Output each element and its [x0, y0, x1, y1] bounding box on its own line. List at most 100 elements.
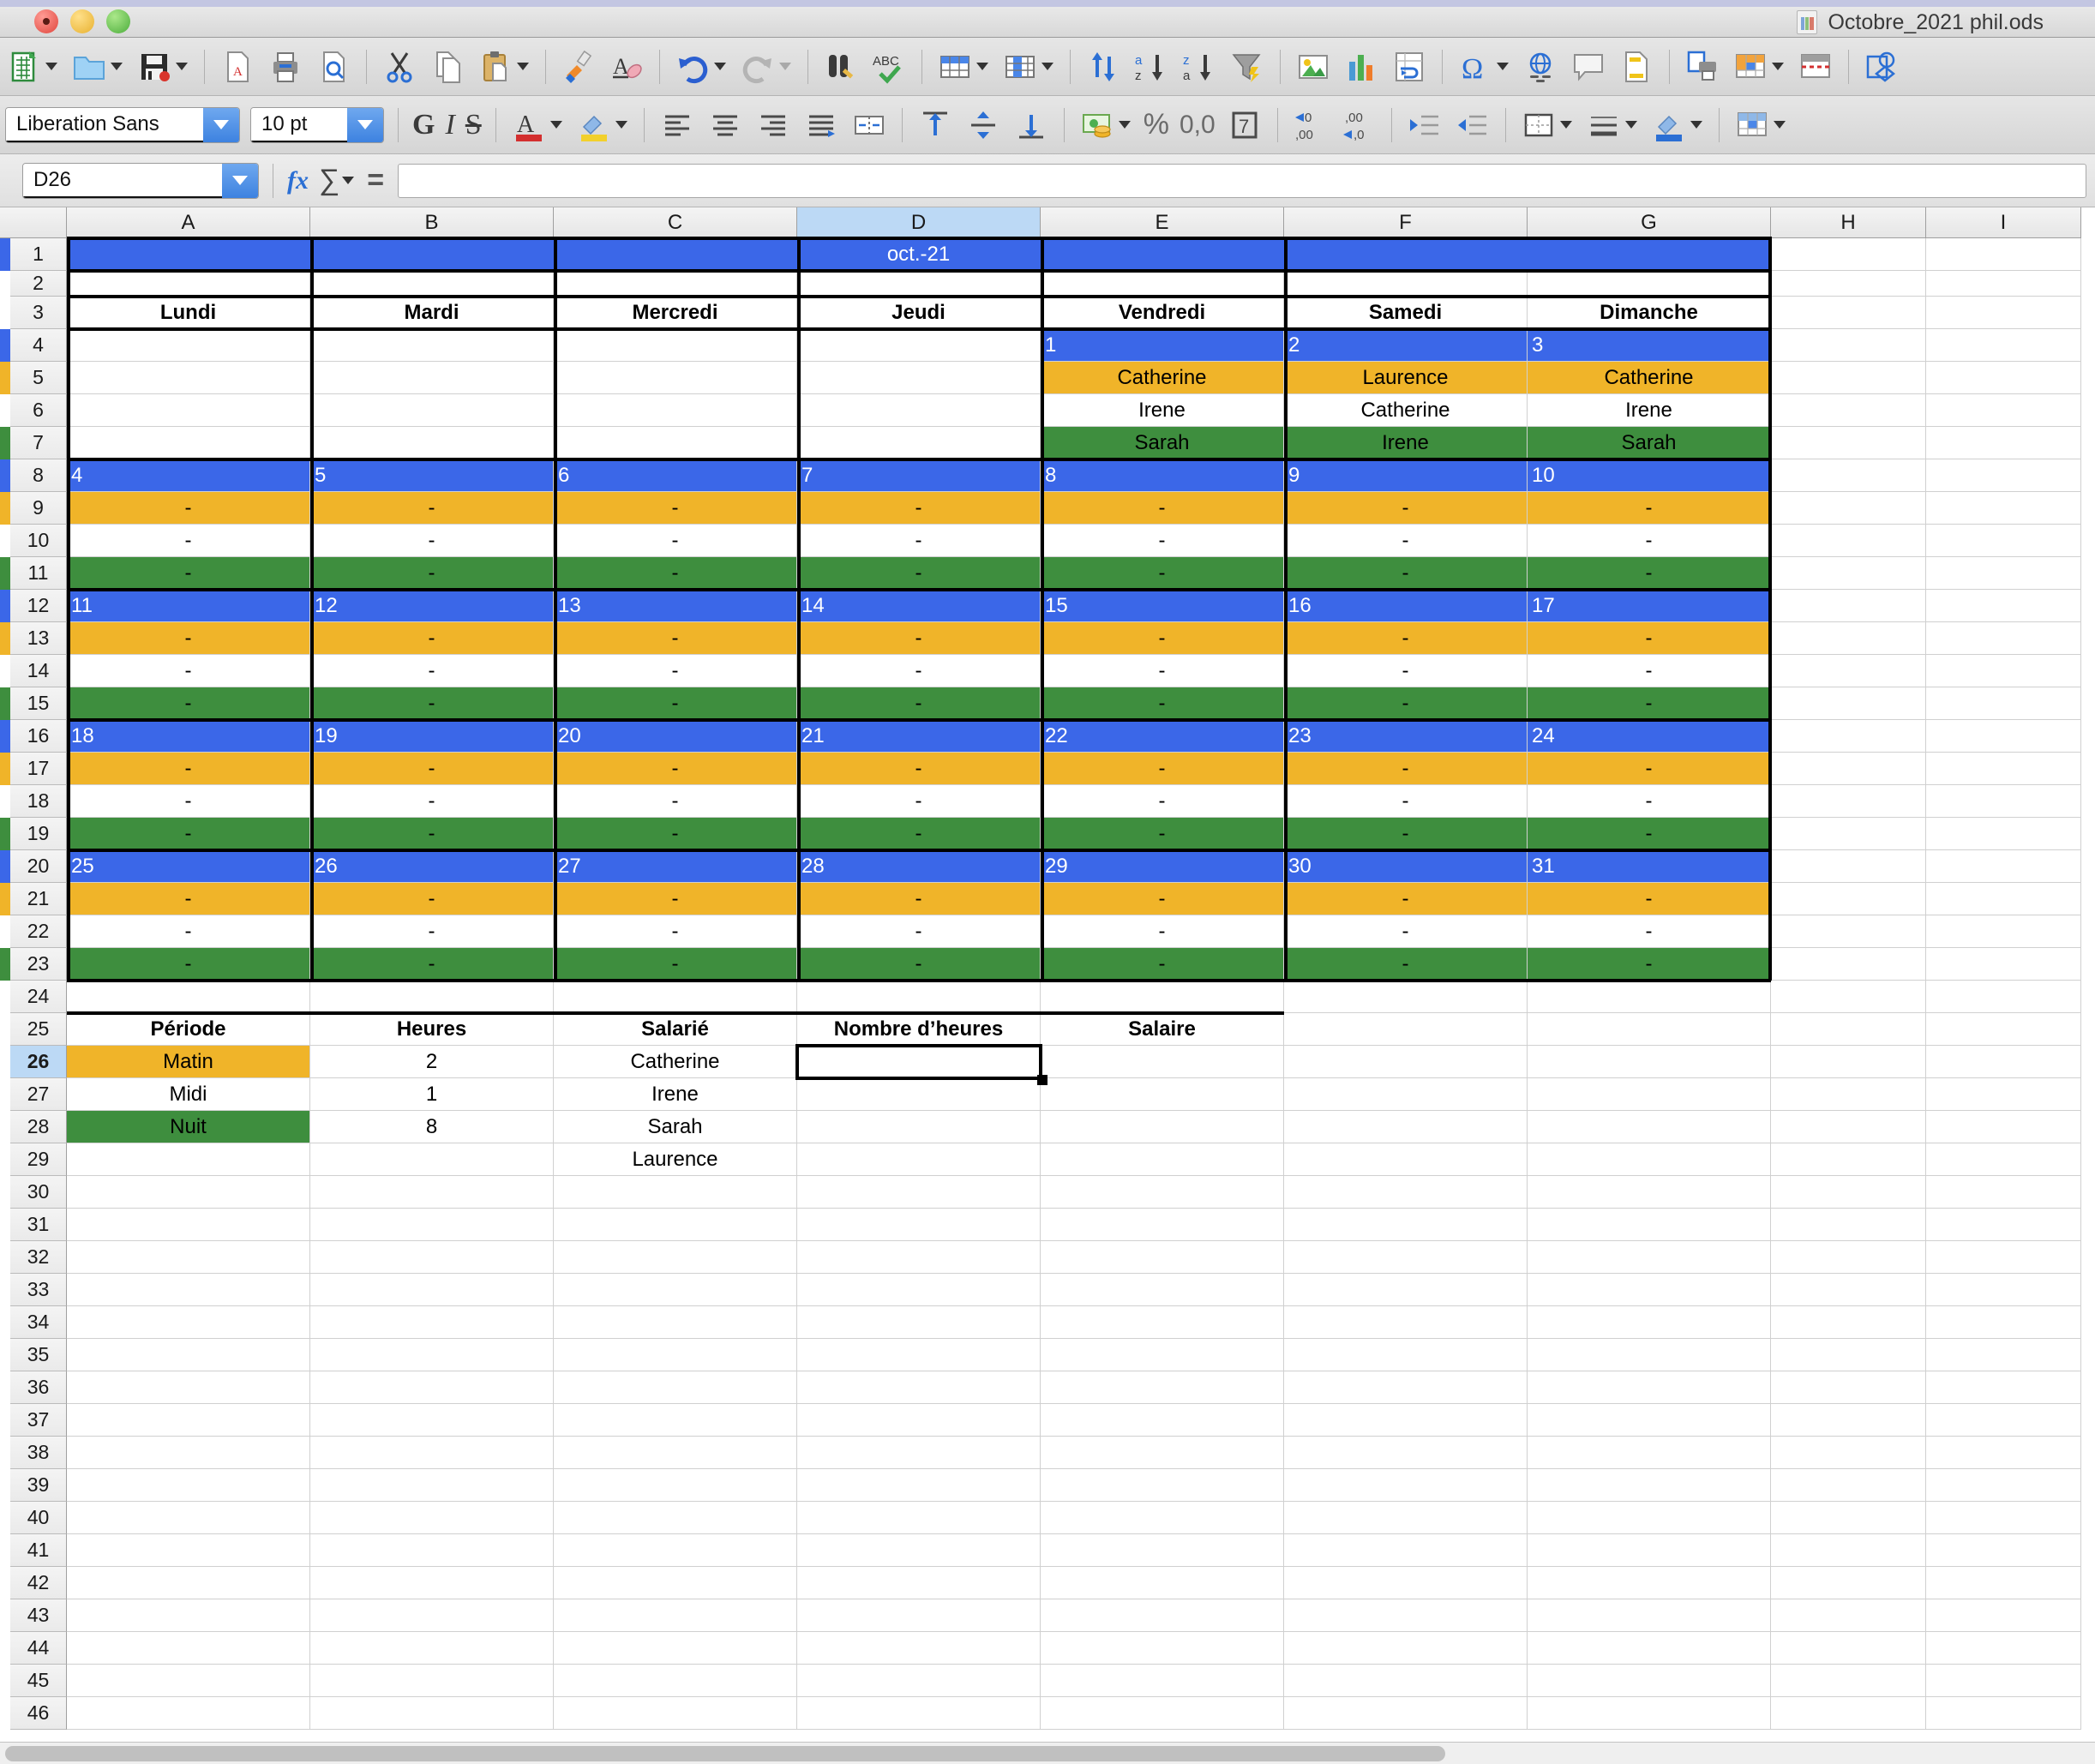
date-cell-empty[interactable]	[310, 329, 554, 362]
freeze-rows-columns-button[interactable]	[1792, 38, 1840, 96]
cell-empty[interactable]	[310, 1567, 554, 1599]
shift-cell-midi[interactable]: -	[1041, 785, 1284, 818]
date-cell[interactable]: 23	[1284, 720, 1528, 753]
horizontal-scrollbar[interactable]	[0, 1742, 2095, 1764]
row-header-46[interactable]: 46	[10, 1697, 67, 1730]
formula-button[interactable]: =	[362, 154, 389, 207]
cell-empty[interactable]	[1528, 1306, 1771, 1339]
row-header-3[interactable]: 3	[10, 297, 67, 329]
cell-empty[interactable]	[797, 1209, 1041, 1241]
shift-cell-matin[interactable]: -	[797, 622, 1041, 655]
cell-empty[interactable]	[1926, 1371, 2081, 1404]
cell-empty[interactable]	[1284, 1665, 1528, 1697]
spelling-button[interactable]: ABC	[865, 38, 913, 96]
cell-empty[interactable]	[1041, 1209, 1284, 1241]
cell-empty[interactable]	[797, 271, 1041, 297]
cell-empty[interactable]	[1284, 1502, 1528, 1534]
column-header-b[interactable]: B	[310, 207, 554, 238]
undo-button[interactable]	[669, 38, 734, 96]
shift-cell-midi[interactable]: Irene	[1041, 394, 1284, 427]
legend-salarie-cell[interactable]: Irene	[554, 1078, 797, 1111]
shift-cell-midi[interactable]: -	[310, 655, 554, 687]
column-header-a[interactable]: A	[67, 207, 310, 238]
cell-empty[interactable]	[310, 1176, 554, 1209]
cell-empty[interactable]	[310, 1632, 554, 1665]
shift-cell-nuit[interactable]: -	[554, 557, 797, 590]
cell-empty[interactable]	[1771, 557, 1926, 590]
shift-cell-nuit[interactable]: -	[1528, 818, 1771, 850]
cell-empty[interactable]	[1926, 557, 2081, 590]
legend-header-0[interactable]: Période	[67, 1013, 310, 1046]
cell-empty[interactable]	[1528, 1274, 1771, 1306]
cell-empty[interactable]	[1041, 1665, 1284, 1697]
cell-empty[interactable]	[1528, 1111, 1771, 1143]
shift-cell-nuit[interactable]: -	[554, 818, 797, 850]
cell-empty[interactable]	[1926, 1697, 2081, 1730]
shift-cell-nuit[interactable]: -	[1284, 557, 1528, 590]
row-header-39[interactable]: 39	[10, 1469, 67, 1502]
cell-empty[interactable]	[797, 1437, 1041, 1469]
date-cell[interactable]: 18	[67, 720, 310, 753]
cell-empty[interactable]	[1771, 1078, 1926, 1111]
cell-empty[interactable]	[1926, 687, 2081, 720]
cell-empty[interactable]	[1771, 1599, 1926, 1632]
cell-empty[interactable]	[554, 1534, 797, 1567]
date-cell[interactable]: 16	[1284, 590, 1528, 622]
chevron-down-icon[interactable]	[976, 63, 988, 70]
legend-salarie-cell[interactable]: Catherine	[554, 1046, 797, 1078]
cell-empty[interactable]	[1771, 238, 1926, 271]
date-cell-empty[interactable]	[67, 329, 310, 362]
shift-cell-matin[interactable]: -	[554, 622, 797, 655]
cell-empty[interactable]	[67, 1632, 310, 1665]
legend-salarie-cell[interactable]: Laurence	[554, 1143, 797, 1176]
cell-empty[interactable]	[797, 1665, 1041, 1697]
add-decimal-place-button[interactable]: 0 ,00	[1287, 96, 1335, 154]
row-header-43[interactable]: 43	[10, 1599, 67, 1632]
cell-empty[interactable]	[1528, 1209, 1771, 1241]
shift-cell-midi[interactable]: -	[1284, 915, 1528, 948]
cell-empty[interactable]	[1041, 271, 1284, 297]
close-button[interactable]	[34, 9, 58, 33]
cell-empty[interactable]	[1284, 1306, 1528, 1339]
cell-empty[interactable]	[1926, 1339, 2081, 1371]
align-bottom-button[interactable]	[1007, 96, 1055, 154]
print-button[interactable]	[261, 38, 309, 96]
zoom-button[interactable]	[106, 9, 130, 33]
cell-empty[interactable]	[1926, 622, 2081, 655]
sum-button[interactable]: ∑	[314, 154, 362, 207]
show-draw-functions-button[interactable]	[1858, 38, 1906, 96]
sort-descending-button[interactable]: z a	[1175, 38, 1223, 96]
cell-empty[interactable]	[1926, 915, 2081, 948]
chevron-down-icon[interactable]	[111, 63, 123, 70]
cell-empty[interactable]	[1771, 850, 1926, 883]
cell-empty[interactable]	[1771, 1241, 1926, 1274]
date-cell[interactable]: 14	[797, 590, 1041, 622]
day-header-vendredi[interactable]: Vendredi	[1041, 297, 1284, 329]
cell-empty[interactable]	[1284, 1339, 1528, 1371]
row-header-30[interactable]: 30	[10, 1176, 67, 1209]
clone-formatting-button[interactable]	[555, 38, 603, 96]
cell-empty[interactable]	[310, 1665, 554, 1697]
shift-cell-nuit[interactable]: -	[554, 948, 797, 981]
date-cell[interactable]: 11	[67, 590, 310, 622]
shift-cell-matin[interactable]: -	[67, 492, 310, 525]
shift-cell-empty[interactable]	[310, 362, 554, 394]
cell-empty[interactable]	[1528, 1665, 1771, 1697]
cell-empty[interactable]	[1041, 1339, 1284, 1371]
shift-cell-matin[interactable]: -	[554, 883, 797, 915]
shift-cell-midi[interactable]: -	[1284, 785, 1528, 818]
row-header-25[interactable]: 25	[10, 1013, 67, 1046]
cell-empty[interactable]	[1041, 1241, 1284, 1274]
column-button[interactable]	[996, 38, 1061, 96]
find-and-replace-button[interactable]	[817, 38, 865, 96]
shift-cell-matin[interactable]: -	[554, 753, 797, 785]
row-header-42[interactable]: 42	[10, 1567, 67, 1599]
cell-reference-dropdown-button[interactable]	[222, 163, 258, 198]
shift-cell-empty[interactable]	[797, 362, 1041, 394]
date-cell[interactable]: 25	[67, 850, 310, 883]
legend-heures-cell[interactable]	[310, 1143, 554, 1176]
conditional-formatting-button[interactable]	[1726, 38, 1792, 96]
cell-empty[interactable]	[554, 1339, 797, 1371]
row-header-13[interactable]: 13	[10, 622, 67, 655]
shift-cell-midi[interactable]: -	[67, 915, 310, 948]
